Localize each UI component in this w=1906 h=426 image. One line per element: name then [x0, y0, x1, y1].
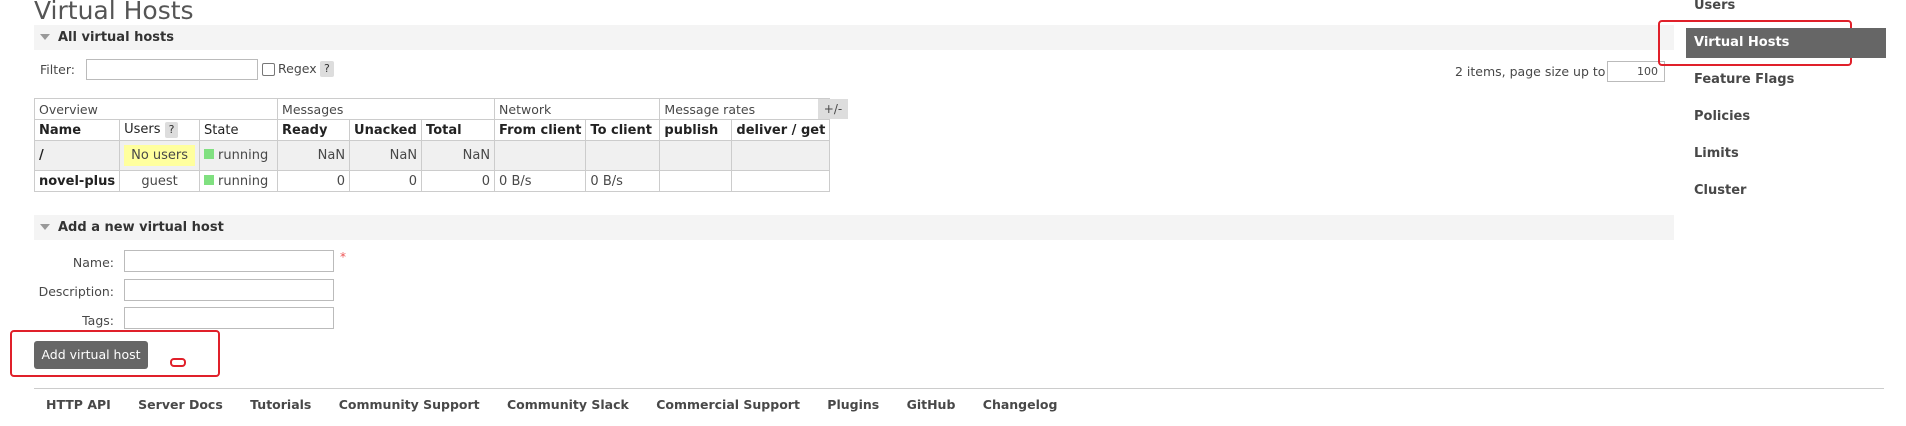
deliver-get-value	[731, 170, 831, 192]
page-title: Virtual Hosts	[34, 0, 194, 25]
footer-link-commercial-support[interactable]: Commercial Support	[656, 397, 800, 412]
footer-link-plugins[interactable]: Plugins	[827, 397, 879, 412]
name-label: Name:	[72, 255, 114, 270]
running-status-icon	[204, 149, 215, 159]
vhosts-table: Overview Messages Network Message rates …	[33, 98, 831, 192]
nav-limits[interactable]: Limits	[1686, 139, 1886, 169]
regex-label: Regex	[278, 61, 317, 76]
table-row: / No users running NaN NaN NaN	[33, 140, 831, 171]
filter-input[interactable]	[86, 59, 258, 80]
highlight-box	[10, 330, 220, 377]
ready-value: NaN	[277, 140, 351, 171]
collapse-triangle-icon	[40, 34, 50, 40]
group-messages: Messages	[277, 98, 496, 120]
no-users-badge: No users	[124, 145, 196, 166]
all-vhosts-section-header[interactable]: All virtual hosts	[34, 25, 1674, 50]
from-client-value: 0 B/s	[494, 170, 587, 192]
to-client-value: 0 B/s	[585, 170, 661, 192]
from-client-value	[494, 140, 587, 171]
group-overview: Overview	[33, 98, 279, 120]
running-status-icon	[204, 174, 215, 185]
col-to-client[interactable]: To client	[585, 119, 661, 141]
ready-value: 0	[277, 170, 351, 192]
col-state[interactable]: State	[199, 119, 279, 141]
footer: HTTP API Server Docs Tutorials Community…	[46, 397, 1080, 412]
state-text: running	[218, 173, 269, 189]
description-label: Description:	[38, 284, 114, 299]
add-vhost-section-header[interactable]: Add a new virtual host	[34, 215, 1674, 240]
page-size-input[interactable]: 100	[1607, 61, 1665, 82]
table-row: novel-plus guest running 0 0 0 0 B/s 0 B…	[33, 170, 831, 192]
group-network: Network	[494, 98, 661, 120]
col-publish[interactable]: publish	[659, 119, 733, 141]
regex-help-icon[interactable]: ?	[320, 61, 334, 77]
footer-link-github[interactable]: GitHub	[907, 397, 956, 412]
all-vhosts-heading: All virtual hosts	[58, 30, 174, 45]
nav-policies[interactable]: Policies	[1686, 102, 1886, 132]
regex-checkbox[interactable]	[262, 63, 275, 76]
page-size-label: 2 items, page size up to	[1455, 64, 1606, 79]
col-name[interactable]: Name	[33, 119, 121, 141]
publish-value	[659, 170, 733, 192]
total-value: NaN	[421, 140, 496, 171]
to-client-value	[585, 140, 661, 171]
add-vhost-heading: Add a new virtual host	[58, 220, 224, 235]
footer-link-server-docs[interactable]: Server Docs	[138, 397, 223, 412]
publish-value	[659, 140, 733, 171]
col-unacked[interactable]: Unacked	[349, 119, 423, 141]
users-value: guest	[119, 170, 201, 192]
nav-virtual-hosts[interactable]: Virtual Hosts	[1686, 28, 1886, 58]
col-total[interactable]: Total	[421, 119, 496, 141]
nav-feature-flags[interactable]: Feature Flags	[1686, 65, 1886, 95]
description-input[interactable]	[124, 279, 334, 301]
col-deliver-get[interactable]: deliver / get	[731, 119, 831, 141]
users-help-icon[interactable]: ?	[164, 122, 179, 138]
col-from-client[interactable]: From client	[494, 119, 587, 141]
group-message-rates: Message rates	[659, 98, 831, 120]
state-text: running	[218, 148, 269, 163]
footer-divider	[34, 388, 1884, 389]
required-mark: *	[340, 250, 346, 264]
vhost-name-link[interactable]: novel-plus	[33, 170, 121, 192]
name-input[interactable]	[124, 250, 334, 272]
col-users[interactable]: Users ?	[119, 119, 201, 141]
nav-cluster[interactable]: Cluster	[1686, 176, 1886, 206]
footer-link-changelog[interactable]: Changelog	[983, 397, 1058, 412]
footer-link-community-slack[interactable]: Community Slack	[507, 397, 629, 412]
filter-label: Filter:	[40, 62, 75, 77]
tags-input[interactable]	[124, 307, 334, 329]
unacked-value: 0	[349, 170, 423, 192]
footer-link-tutorials[interactable]: Tutorials	[250, 397, 311, 412]
footer-link-community-support[interactable]: Community Support	[339, 397, 480, 412]
highlight-box-small	[170, 358, 186, 367]
footer-link-http-api[interactable]: HTTP API	[46, 397, 111, 412]
vhost-name-link[interactable]: /	[33, 140, 121, 171]
col-ready[interactable]: Ready	[277, 119, 351, 141]
unacked-value: NaN	[349, 140, 423, 171]
deliver-get-value	[731, 140, 831, 171]
nav-users[interactable]: Users	[1686, 0, 1886, 21]
tags-label: Tags:	[82, 313, 114, 328]
total-value: 0	[421, 170, 496, 192]
collapse-triangle-icon	[40, 224, 50, 230]
columns-toggle-button[interactable]: +/-	[818, 99, 848, 119]
